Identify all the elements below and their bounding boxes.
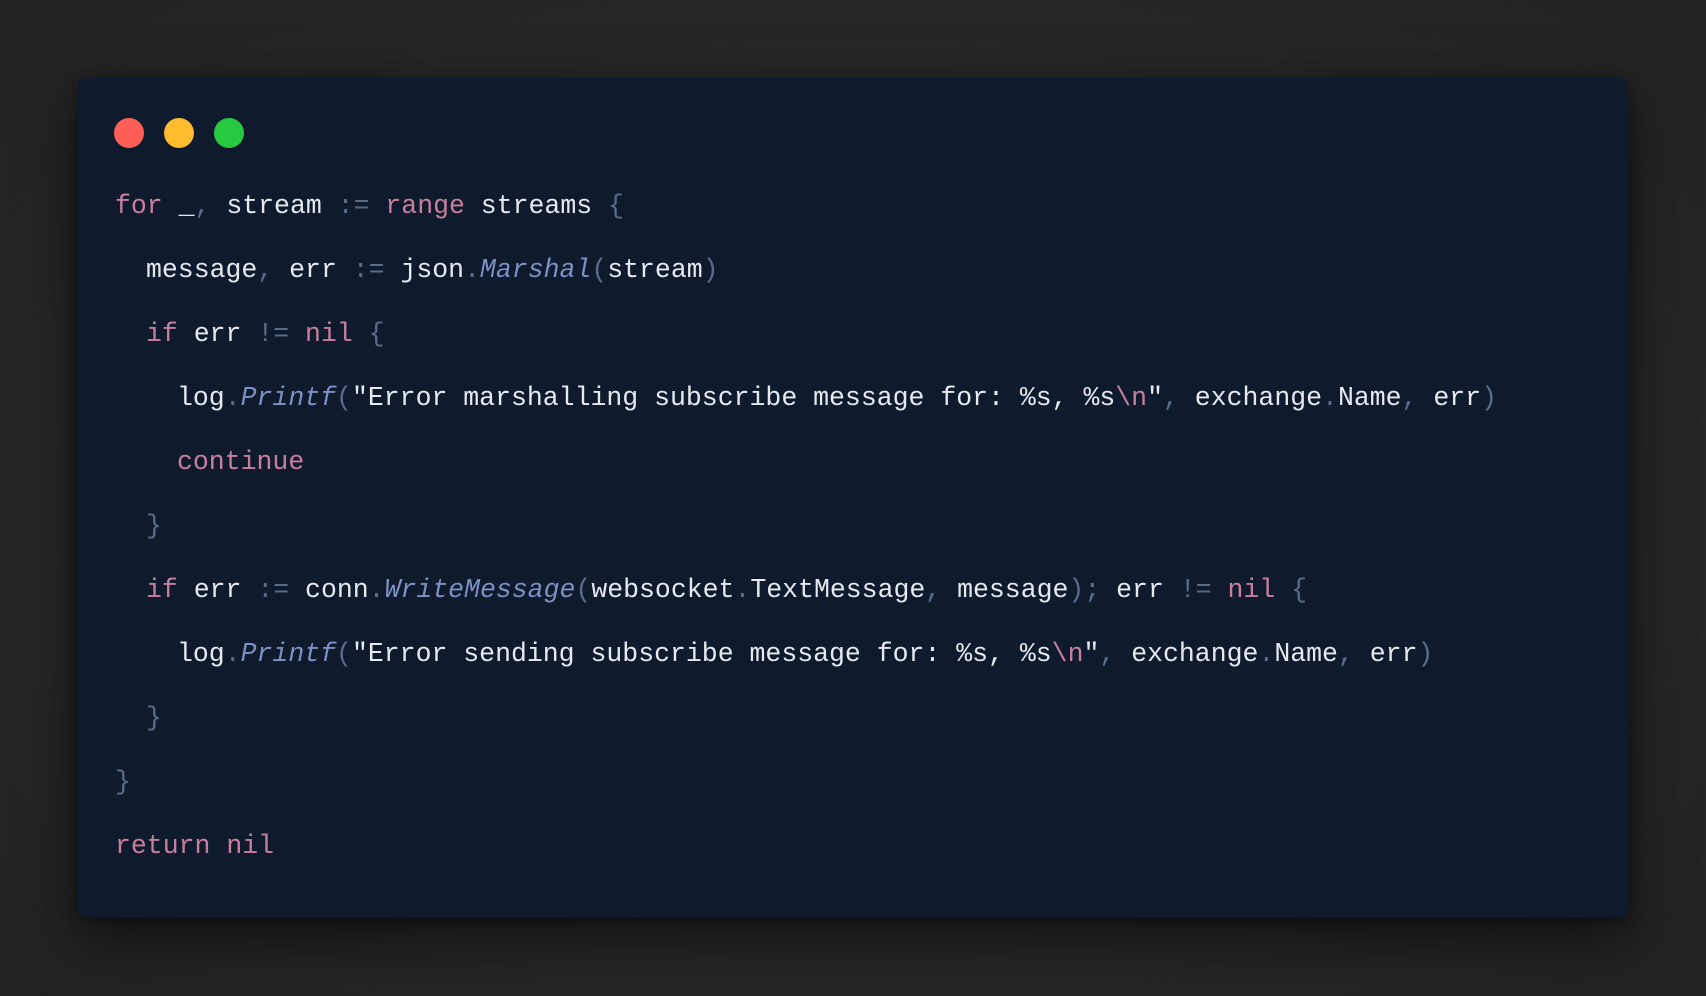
code-token: Printf [240, 383, 337, 413]
code-token: { [1291, 575, 1307, 605]
code-token: log [177, 639, 225, 669]
code-window: for _, stream := range streams {message,… [78, 78, 1628, 917]
code-token: ( [575, 575, 592, 605]
code-token: , [1337, 639, 1354, 669]
code-token: TextMessage [750, 575, 926, 605]
code-token: exchange [1115, 639, 1259, 669]
code-token: . [1322, 383, 1338, 413]
code-block: for _, stream := range streams {message,… [115, 191, 1497, 895]
code-token: \n [1115, 383, 1148, 413]
code-token: " [1083, 639, 1100, 669]
code-token: ( [591, 255, 608, 285]
code-token: nil [1227, 575, 1276, 605]
code-token: message [146, 255, 258, 285]
code-token: } [146, 703, 162, 733]
code-token: WriteMessage [384, 575, 576, 605]
code-token: ) [1417, 639, 1434, 669]
code-line: } [115, 767, 1497, 831]
code-token: { [608, 191, 624, 221]
code-token: } [115, 767, 131, 797]
code-token: ; [1084, 575, 1101, 605]
code-token: . [368, 575, 385, 605]
code-line: log.Printf("Error marshalling subscribe … [115, 383, 1497, 447]
code-token: ) [702, 255, 719, 285]
code-token: { [368, 319, 385, 349]
code-line: return nil [115, 831, 1497, 895]
code-token: json [384, 255, 465, 285]
code-token: ) [1068, 575, 1085, 605]
code-token: \n [1051, 639, 1084, 669]
code-token: for [115, 191, 163, 221]
code-token: if [146, 319, 178, 349]
code-token: } [146, 511, 162, 541]
code-token: . [1258, 639, 1275, 669]
code-token: _ [162, 191, 195, 221]
code-token: , [1163, 383, 1179, 413]
code-line: if err := conn.WriteMessage(websocket.Te… [115, 575, 1497, 639]
code-token: nil [305, 319, 353, 349]
zoom-dot-icon[interactable] [214, 118, 244, 148]
code-token: , [257, 255, 274, 285]
code-token: . [224, 639, 241, 669]
code-line: message, err := json.Marshal(stream) [115, 255, 1497, 319]
code-line: log.Printf("Error sending subscribe mess… [115, 639, 1497, 703]
code-token: err [273, 255, 353, 285]
code-token: if [146, 575, 178, 605]
code-token: := [352, 255, 385, 285]
code-token: ) [1481, 383, 1497, 413]
code-token: . [224, 383, 241, 413]
code-token: streams [464, 191, 609, 221]
code-line: for _, stream := range streams { [115, 191, 1497, 255]
code-token: Name [1337, 383, 1402, 413]
code-line: if err != nil { [115, 319, 1497, 383]
code-token: , [1099, 639, 1116, 669]
code-token: . [464, 255, 480, 285]
code-token: , [925, 575, 942, 605]
code-token: := [337, 191, 370, 221]
code-token: , [1401, 383, 1418, 413]
code-token: err [1417, 383, 1482, 413]
code-token: message [941, 575, 1069, 605]
code-token: log [177, 383, 225, 413]
code-token: err [1353, 639, 1418, 669]
code-token: Printf [240, 639, 337, 669]
code-token: exchange [1178, 383, 1323, 413]
code-line: } [115, 703, 1497, 767]
code-token: nil [226, 831, 275, 861]
code-token: return [115, 831, 211, 861]
code-token: := [257, 575, 290, 605]
code-token: err [177, 319, 258, 349]
code-token: Marshal [479, 255, 592, 285]
code-token: . [734, 575, 751, 605]
code-token: stream [210, 191, 338, 221]
code-token: ( [336, 639, 352, 669]
code-token: range [385, 191, 465, 221]
code-token: Name [1274, 639, 1338, 669]
code-token: conn [289, 575, 369, 605]
code-line: } [115, 511, 1497, 575]
code-token: continue [177, 447, 305, 477]
code-token: " [1147, 383, 1163, 413]
code-token: "Error marshalling subscribe message for… [351, 383, 1116, 413]
code-token: ( [336, 383, 352, 413]
code-token: , [194, 191, 211, 221]
minimize-dot-icon[interactable] [164, 118, 194, 148]
code-line: continue [115, 447, 1497, 511]
code-token: websocket [591, 575, 735, 605]
code-token: != [1179, 575, 1212, 605]
code-token: err [177, 575, 258, 605]
code-token: != [257, 319, 290, 349]
window-controls [114, 118, 244, 148]
code-token: stream [607, 255, 703, 285]
code-token: "Error sending subscribe message for: %s… [351, 639, 1052, 669]
close-dot-icon[interactable] [114, 118, 144, 148]
code-token: err [1100, 575, 1180, 605]
